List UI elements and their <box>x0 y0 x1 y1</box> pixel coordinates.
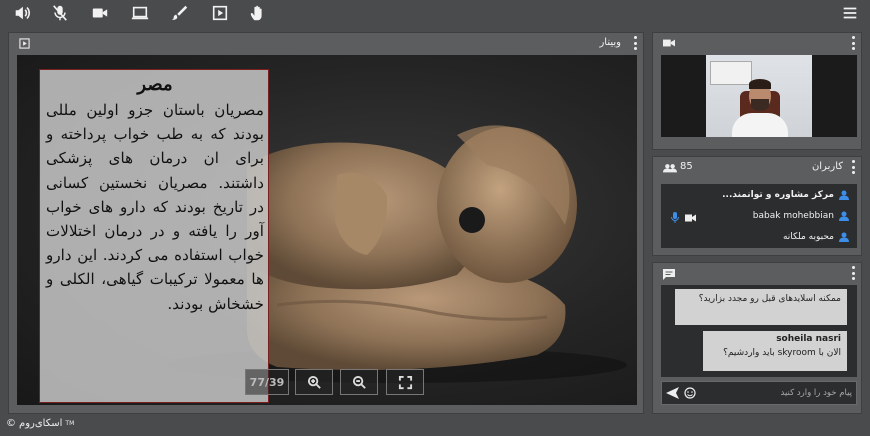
user-camera-icon <box>685 214 696 222</box>
presentation-icon[interactable] <box>208 2 232 24</box>
slide-body-text: مصریان باستان جزو اولین مللی بودند که به… <box>46 101 264 313</box>
video-camera-icon <box>663 39 675 47</box>
users-panel: 85 کاربران مرکز مشاوره و توانمند... baba… <box>652 156 862 256</box>
zoom-in-icon <box>307 375 321 389</box>
users-count: 85 <box>680 161 693 172</box>
chat-message-text: الان با skyroom باید وارد‌شیم؟ <box>723 348 841 358</box>
user-row[interactable]: مرکز مشاوره و توانمند... <box>722 187 849 203</box>
presenter-video <box>706 55 812 137</box>
mic-muted-icon[interactable] <box>48 2 72 24</box>
presentation-small-icon[interactable] <box>19 38 30 49</box>
chat-panel-header <box>653 263 861 283</box>
menu-icon[interactable] <box>838 2 862 24</box>
send-icon[interactable] <box>666 387 679 399</box>
user-name: مرکز مشاوره و توانمند... <box>722 190 834 200</box>
brand-name: اسکای‌روم <box>19 418 63 429</box>
video-feed <box>661 55 857 137</box>
users-group-icon <box>663 164 677 173</box>
chat-message: soheila nasri الان با skyroom باید وارد‌… <box>703 331 847 371</box>
users-list: مرکز مشاوره و توانمند... babak mohebbian… <box>661 184 857 248</box>
presentation-panel-header: وبینار <box>9 33 643 53</box>
chat-input-bar <box>661 381 857 405</box>
slide-stage: مصر مصریان باستان جزو اولین مللی بودند ک… <box>17 55 637 405</box>
chat-message-input[interactable] <box>702 384 852 402</box>
user-icon <box>839 211 849 221</box>
speaker-icon[interactable] <box>10 2 34 24</box>
slide-heading: مصر <box>137 74 173 95</box>
fullscreen-button[interactable] <box>386 369 424 395</box>
presentation-panel-title: وبینار <box>599 37 621 48</box>
user-row[interactable]: babak mohebbian <box>753 208 849 224</box>
video-panel <box>652 32 862 150</box>
user-icon <box>839 232 849 242</box>
chat-panel: ممکنه اسلایدهای قبل رو مجدد بزارید؟ sohe… <box>652 262 862 414</box>
footer-brand: © اسکای‌روم TM <box>6 418 74 429</box>
page-counter: 77/39 <box>245 369 289 395</box>
page-counter-text: 77/39 <box>249 375 285 389</box>
chat-message-sender: soheila nasri <box>776 334 841 344</box>
chat-message-text: ممکنه اسلایدهای قبل رو مجدد بزارید؟ <box>698 294 841 304</box>
whiteboard-pen-icon[interactable] <box>168 2 192 24</box>
video-panel-header <box>653 33 861 53</box>
user-mic-icon <box>671 212 679 223</box>
screen-share-icon[interactable] <box>128 2 152 24</box>
users-options-icon[interactable] <box>850 160 856 174</box>
zoom-in-button[interactable] <box>295 369 333 395</box>
fullscreen-icon <box>398 375 412 389</box>
chat-message: ممکنه اسلایدهای قبل رو مجدد بزارید؟ <box>675 289 847 325</box>
camera-icon[interactable] <box>88 2 112 24</box>
users-panel-title: کاربران <box>811 161 843 172</box>
trademark-mark: TM <box>65 420 75 427</box>
user-name: محبوبه ملکانه <box>782 232 834 242</box>
presentation-options-icon[interactable] <box>632 36 638 50</box>
user-row[interactable]: محبوبه ملکانه <box>783 229 849 245</box>
top-toolbar <box>0 0 870 26</box>
user-name: babak mohebbian <box>752 211 834 221</box>
video-options-icon[interactable] <box>850 36 856 50</box>
chat-options-icon[interactable] <box>850 266 856 280</box>
zoom-out-button[interactable] <box>340 369 378 395</box>
user-icon <box>839 190 849 200</box>
slide-text-box: مصر مصریان باستان جزو اولین مللی بودند ک… <box>39 69 269 403</box>
users-panel-header: 85 کاربران <box>653 157 861 177</box>
raise-hand-icon[interactable] <box>246 2 270 24</box>
chat-messages: ممکنه اسلایدهای قبل رو مجدد بزارید؟ sohe… <box>661 285 857 377</box>
copyright-symbol: © <box>6 418 16 429</box>
chat-icon <box>663 269 675 280</box>
zoom-out-icon <box>352 375 366 389</box>
presentation-panel: وبینار مصر مصریان باستان جزو اولین مللی … <box>8 32 644 414</box>
emoji-icon[interactable] <box>684 387 696 399</box>
